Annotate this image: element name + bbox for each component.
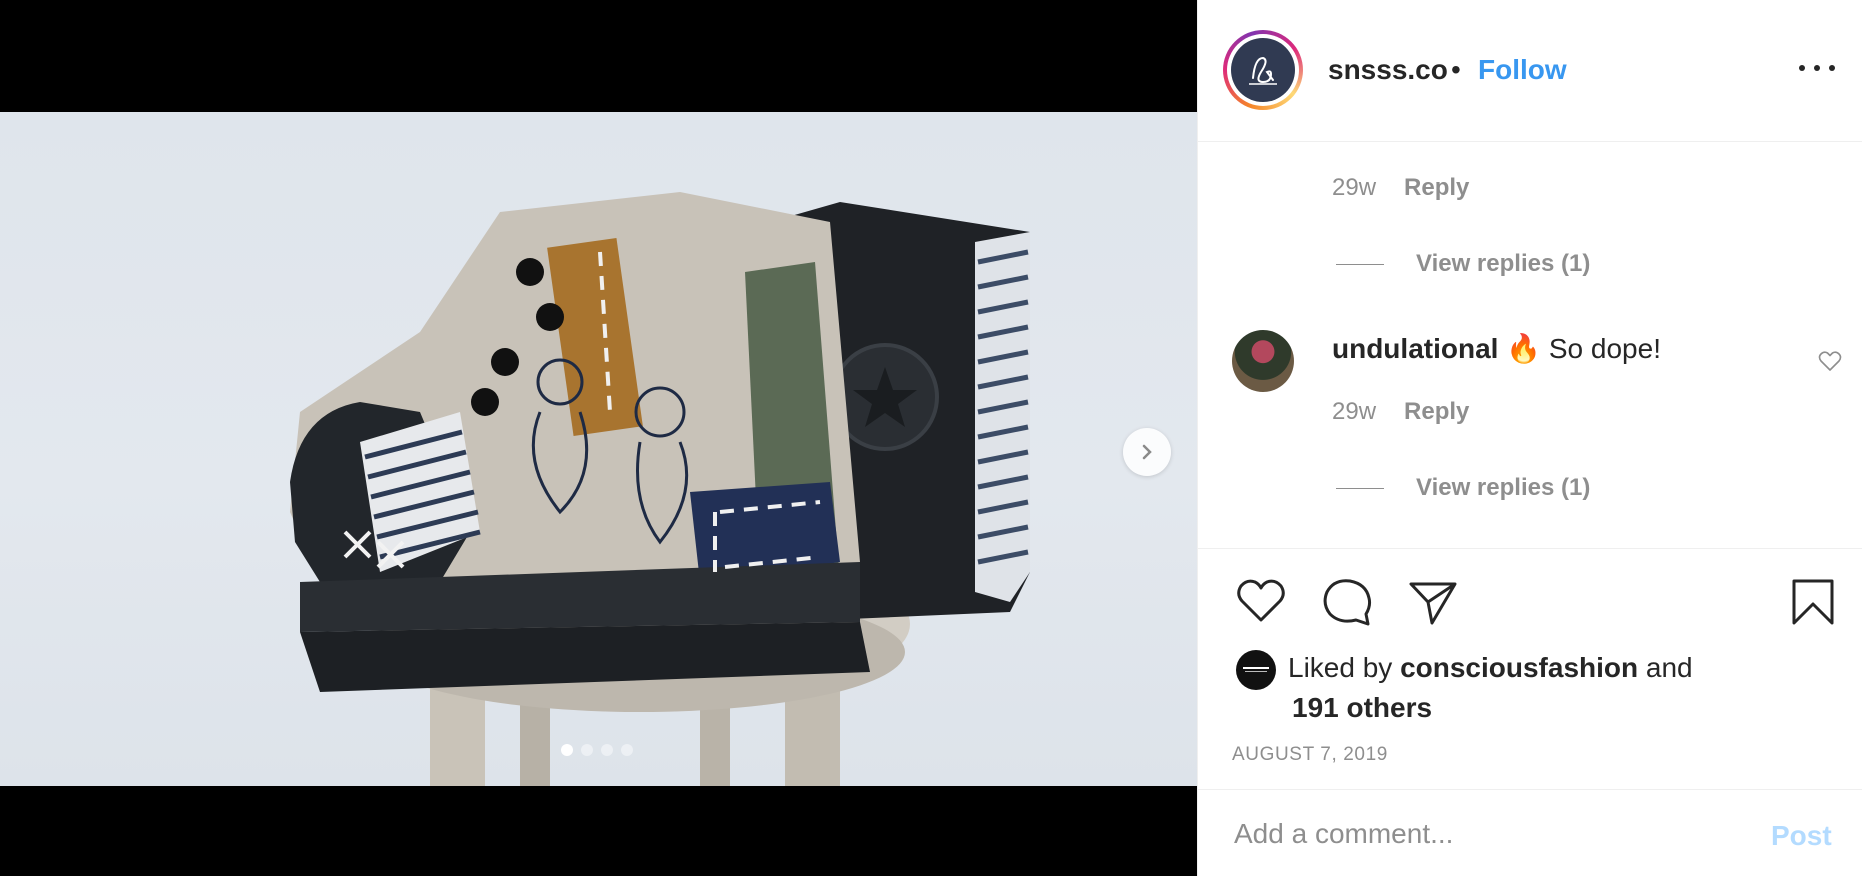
reply-button[interactable]: Reply [1404, 398, 1469, 425]
liker-avatar[interactable] [1236, 650, 1276, 690]
liked-by-text: Liked by consciousfashion and [1288, 648, 1693, 688]
view-replies-label: View replies (1) [1416, 474, 1591, 501]
commenter-avatar[interactable] [1232, 330, 1294, 392]
likes-count[interactable]: 191 others [1292, 688, 1432, 728]
snsss-logo-icon [1231, 38, 1295, 102]
comment-bubble-icon [1323, 579, 1372, 626]
author-avatar[interactable] [1223, 30, 1303, 110]
view-replies-button[interactable]: View replies (1) [1336, 474, 1590, 502]
carousel-dot [581, 744, 593, 756]
comment-meta: 29w Reply [1332, 174, 1469, 202]
liked-by-prefix: Liked by [1288, 652, 1393, 683]
share-button[interactable] [1408, 580, 1458, 631]
replies-divider-line [1336, 263, 1384, 265]
view-replies-label: View replies (1) [1416, 250, 1591, 277]
section-divider [1198, 548, 1862, 549]
post-date[interactable]: AUGUST 7, 2019 [1232, 744, 1388, 766]
comment-composer: Post [1198, 789, 1862, 876]
paper-plane-icon [1409, 582, 1457, 625]
bookmark-icon [1792, 579, 1834, 625]
comment-meta: 29w Reply [1332, 398, 1469, 426]
reply-button[interactable]: Reply [1404, 174, 1469, 201]
post-comment-button[interactable]: Post [1771, 820, 1832, 852]
save-button[interactable] [1791, 578, 1835, 631]
replies-divider-line [1336, 487, 1384, 489]
commenter-username[interactable]: undulational [1332, 333, 1498, 364]
post-side-panel: snsss.co • Follow 29w Reply View replies … [1197, 0, 1862, 876]
heart-icon [1818, 351, 1842, 371]
author-username[interactable]: snsss.co [1328, 54, 1448, 86]
carousel-dot [621, 744, 633, 756]
post-photo[interactable] [0, 112, 1197, 786]
chevron-right-icon [1142, 444, 1152, 460]
comment-text: So dope! [1548, 333, 1661, 364]
carousel-dot-active [561, 744, 573, 756]
liked-by-connector: and [1645, 652, 1693, 683]
consciousfashion-logo-icon [1243, 667, 1269, 672]
next-slide-button[interactable] [1123, 428, 1171, 476]
follow-button[interactable]: Follow [1478, 54, 1567, 86]
fire-emoji: 🔥 [1506, 333, 1542, 364]
comment-input[interactable] [1234, 810, 1734, 858]
carousel-indicator [561, 744, 633, 756]
like-button[interactable] [1236, 578, 1286, 629]
comment-like-button[interactable] [1818, 350, 1842, 377]
sneaker-photo-illustration [290, 192, 1030, 786]
heart-icon [1237, 579, 1285, 622]
comment-body: undulational 🔥 So dope! [1332, 332, 1661, 365]
more-options-icon[interactable] [1799, 56, 1835, 80]
liker-username[interactable]: consciousfashion [1400, 652, 1638, 683]
view-replies-button[interactable]: View replies (1) [1336, 250, 1590, 278]
comment-time: 29w [1332, 174, 1377, 201]
post-media-pane [0, 0, 1197, 876]
front-sneaker [290, 192, 870, 692]
post-header: snsss.co • Follow [1198, 0, 1862, 142]
carousel-dot [601, 744, 613, 756]
comment-button[interactable] [1322, 578, 1372, 631]
separator-bullet: • [1451, 54, 1461, 85]
comment-time: 29w [1332, 398, 1377, 425]
